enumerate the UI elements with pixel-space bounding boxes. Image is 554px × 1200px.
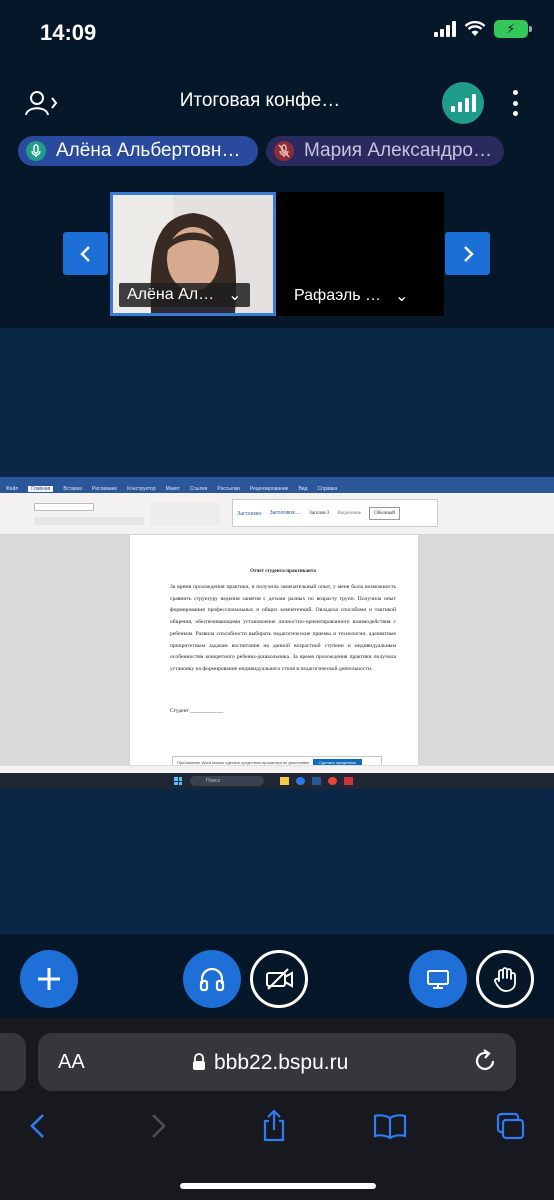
document-title: Отчет студента-практиканта: [250, 569, 316, 574]
raise-hand-button[interactable]: [476, 950, 534, 1008]
wifi-icon: [464, 21, 486, 36]
participant-name: Алёна Альбертовн…: [56, 140, 241, 161]
home-indicator: [180, 1183, 376, 1189]
explorer-icon: [280, 777, 289, 785]
word-ribbon: Заголово Заголовок… Заголов 3 Выделение …: [0, 493, 554, 535]
mic-muted-icon: [274, 141, 294, 161]
status-icons: ⚡: [434, 20, 532, 38]
chevron-down-icon: ⌄: [228, 287, 242, 304]
camera-toggle-button[interactable]: [250, 950, 308, 1008]
chevron-down-icon: ⌄: [395, 288, 409, 305]
document-canvas: Отчет студента-практиканта За время прох…: [0, 535, 554, 767]
ribbon-tab: Макет: [165, 486, 180, 492]
reload-icon[interactable]: [474, 1047, 498, 1075]
document-body: За время прохождения практики, я получил…: [170, 584, 396, 672]
more-options-icon[interactable]: [506, 90, 524, 116]
windows-start-icon: [174, 777, 182, 785]
windows-taskbar: Поиск: [0, 773, 554, 789]
video-participant-name: Алёна Ал…: [127, 286, 215, 303]
tabs-icon: [496, 1112, 525, 1140]
ribbon-tab: Ссылки: [189, 486, 208, 492]
edge-icon: [296, 777, 305, 785]
audio-button[interactable]: [183, 950, 241, 1008]
talking-indicator-1[interactable]: Алёна Альбертовн…: [18, 136, 258, 166]
styles-gallery: Заголово Заголовок… Заголов 3 Выделение …: [232, 499, 438, 527]
connection-status-button[interactable]: [442, 82, 484, 124]
chrome-icon: [328, 777, 337, 785]
chevron-right-icon: [152, 1114, 166, 1138]
word-ribbon-tabs: Файл Главная Вставка Рисование Конструкт…: [0, 485, 554, 493]
previous-video-button[interactable]: [63, 232, 108, 275]
word-icon: [312, 777, 321, 785]
bookmarks-button[interactable]: [370, 1108, 410, 1144]
notification-text: Приложение Word можно сделать средством …: [177, 759, 310, 765]
video-tile-2[interactable]: Рафаэль … ⌄: [276, 192, 444, 316]
ribbon-tab: Главная: [28, 486, 54, 492]
forward-button[interactable]: [138, 1108, 178, 1144]
chevron-left-icon: [30, 1114, 44, 1138]
app-icon: [344, 777, 353, 785]
meeting-title: Итоговая конфе…: [179, 90, 341, 111]
address-bar[interactable]: AA bbb22.bspu.ru: [38, 1033, 516, 1091]
ribbon-tab: Рецензирование: [249, 486, 289, 492]
reader-options-button[interactable]: AA: [58, 1051, 85, 1074]
mic-icon: [26, 141, 46, 161]
next-video-button[interactable]: [445, 232, 490, 275]
ribbon-tab: Вид: [298, 486, 308, 492]
cellular-signal-icon: [434, 21, 456, 37]
ribbon-tab: Вставка: [63, 486, 82, 492]
tabs-button[interactable]: [490, 1108, 530, 1144]
share-button[interactable]: [254, 1108, 294, 1144]
actions-button[interactable]: [20, 950, 78, 1008]
video-participant-name: Рафаэль …: [294, 287, 382, 304]
url-text[interactable]: bbb22.bspu.ru: [214, 1051, 348, 1075]
ribbon-tab: Файл: [6, 486, 19, 492]
video-tile-1[interactable]: Алёна Ал… ⌄: [110, 192, 276, 316]
participant-name: Мария Александро…: [304, 140, 492, 161]
taskbar-search: Поиск: [190, 776, 264, 786]
talking-indicator-2[interactable]: Мария Александро…: [266, 136, 504, 166]
word-title-bar: [0, 477, 554, 485]
user-list-icon[interactable]: [24, 90, 60, 116]
headphones-icon: [199, 967, 225, 992]
back-button[interactable]: [18, 1108, 58, 1144]
book-icon: [373, 1114, 407, 1140]
ribbon-tab: Конструктор: [127, 486, 156, 492]
document-signature: Студент ____________: [170, 707, 224, 714]
screenshare-button[interactable]: [409, 950, 467, 1008]
lock-icon: [193, 1053, 205, 1070]
screenshare-view: Файл Главная Вставка Рисование Конструкт…: [0, 477, 554, 789]
charging-battery-icon: ⚡: [494, 20, 532, 38]
share-icon: [263, 1109, 285, 1142]
ribbon-tab: Рассылки: [217, 486, 240, 492]
ribbon-tab: Рисование: [91, 486, 118, 492]
video-tile-label[interactable]: Рафаэль … ⌄: [286, 284, 416, 308]
hand-icon: [494, 967, 516, 992]
previous-tab-preview[interactable]: [0, 1033, 26, 1091]
status-time: 14:09: [40, 20, 97, 45]
document-page: Отчет студента-практиканта За время прох…: [130, 535, 418, 767]
monitor-icon: [427, 970, 449, 989]
ribbon-tab: Справка: [317, 486, 338, 492]
plus-icon: [38, 968, 60, 990]
camera-off-icon: [266, 968, 293, 990]
word-status-bar: [0, 765, 554, 773]
video-tile-label[interactable]: Алёна Ал… ⌄: [119, 283, 250, 307]
